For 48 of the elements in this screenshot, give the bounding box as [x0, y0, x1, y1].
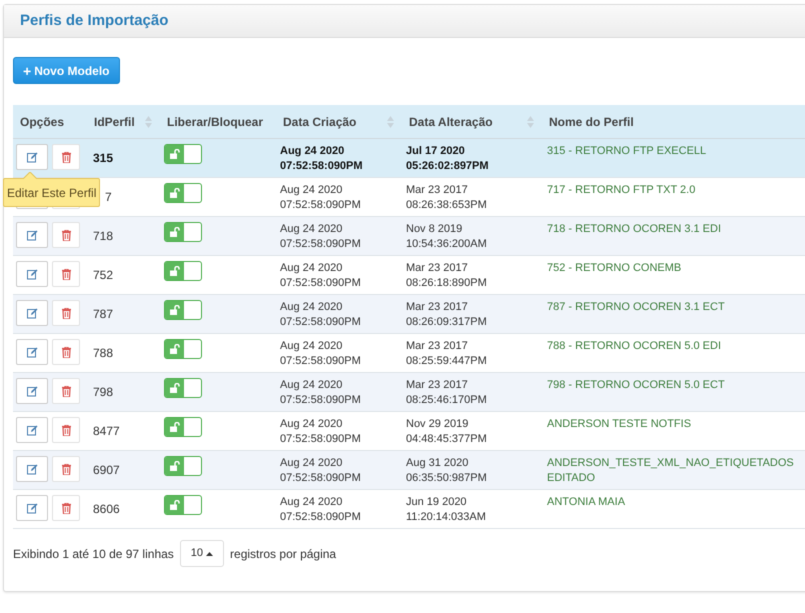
- date-cell-text: Mar 23 2017 08:26:18:890PM: [406, 261, 488, 291]
- profile-name-cell-text: ANDERSON TESTE NOTFIS: [547, 417, 692, 432]
- plus-icon: +: [23, 64, 32, 78]
- profile-name-cell-text: ANDERSON_TESTE_XML_NAO_ETIQUETADOS EDITADO: [547, 456, 795, 486]
- profile-name-cell-text: 788 - RETORNO OCOREN 5.0 EDI: [547, 339, 722, 354]
- profile-name-cell-text: 315 - RETORNO FTP EXECELL: [547, 144, 708, 159]
- date-cell-text: Aug 24 2020 07:52:58:090PM: [280, 339, 362, 369]
- date-cell-text: Aug 24 2020 07:52:58:090PM: [280, 300, 362, 330]
- pagination-label: registros por página: [230, 546, 336, 562]
- date-cell-text: Nov 8 2019 10:54:36:200AM: [406, 222, 488, 252]
- id-cell: 315: [93, 151, 114, 165]
- id-cell: 788: [93, 346, 114, 360]
- profile-name-cell-text: 718 - RETORNO OCOREN 3.1 EDI: [547, 222, 722, 237]
- id-cell: 8477: [93, 424, 120, 438]
- panel-title: Perfis de Importação: [20, 10, 168, 31]
- date-cell-text: Aug 24 2020 07:52:58:090PM: [280, 144, 364, 174]
- profile-name-cell-text: ANTONIA MAIA: [547, 495, 626, 510]
- id-cell: 7: [105, 190, 112, 204]
- id-cell: 798: [93, 385, 114, 399]
- id-cell: 8606: [93, 502, 120, 516]
- date-cell-text: Aug 24 2020 07:52:58:090PM: [280, 417, 362, 447]
- id-cell: 6907: [93, 463, 120, 477]
- profile-name-cell-text: 752 - RETORNO CONEMB: [547, 261, 682, 276]
- date-cell-text: Jul 17 2020 05:26:02:897PM: [406, 144, 490, 174]
- date-cell-text: Aug 24 2020 07:52:58:090PM: [280, 222, 362, 252]
- profile-name-cell-text: 717 - RETORNO FTP TXT 2.0: [547, 183, 696, 198]
- column-header: Opções: [19, 114, 66, 130]
- date-cell-text: Aug 24 2020 07:52:58:090PM: [280, 456, 362, 486]
- date-cell-text: Mar 23 2017 08:26:09:317PM: [406, 300, 488, 330]
- date-cell-text: Aug 24 2020 07:52:58:090PM: [280, 378, 362, 408]
- id-cell: 787: [93, 307, 114, 321]
- tooltip: Editar Este Perfil: [3, 172, 100, 207]
- profile-name-cell-text: 798 - RETORNO OCOREN 5.0 ECT: [547, 378, 726, 393]
- date-cell-text: Aug 24 2020 07:52:58:090PM: [280, 183, 362, 213]
- date-cell-text: Nov 29 2019 04:48:45:377PM: [406, 417, 488, 447]
- id-cell: 718: [93, 229, 114, 243]
- id-cell: 752: [93, 268, 114, 282]
- column-header: Nome do Perfil: [548, 114, 635, 130]
- date-cell-text: Mar 23 2017 08:25:59:447PM: [406, 339, 488, 369]
- column-header: Liberar/Bloquear: [166, 114, 264, 130]
- pagination-info: Exibindo 1 até 10 de 97 linhas: [13, 546, 174, 562]
- date-cell-text: Aug 24 2020 07:52:58:090PM: [280, 261, 362, 291]
- profile-name-cell-text: 787 - RETORNO OCOREN 3.1 ECT: [547, 300, 726, 315]
- date-cell-text: Aug 31 2020 06:35:50:987PM: [406, 456, 488, 486]
- date-cell-text: Mar 23 2017 08:26:38:653PM: [406, 183, 488, 213]
- date-cell-text: Aug 24 2020 07:52:58:090PM: [280, 495, 362, 525]
- date-cell-text: Jun 19 2020 11:20:14:033AM: [406, 495, 487, 525]
- date-cell-text: Mar 23 2017 08:25:46:170PM: [406, 378, 488, 408]
